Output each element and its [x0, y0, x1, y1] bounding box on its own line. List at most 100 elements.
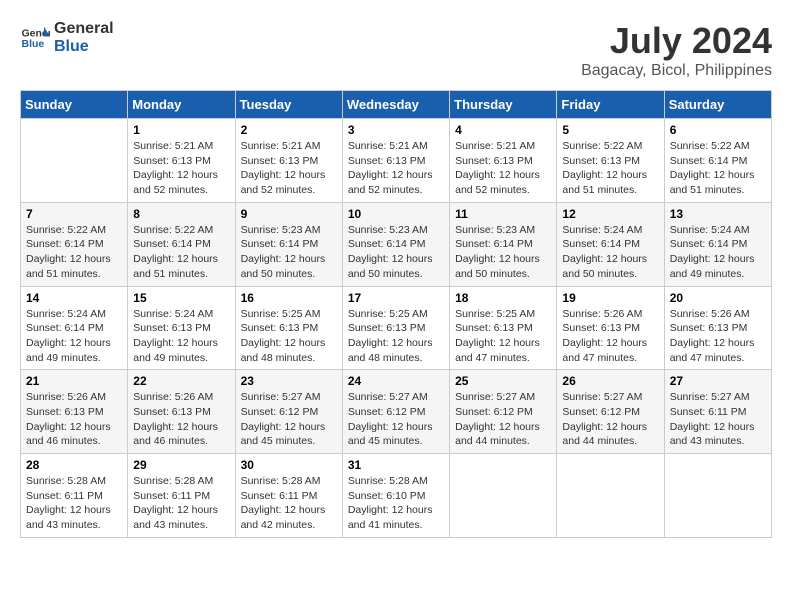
day-number: 13: [670, 207, 766, 221]
calendar-cell: 12 Sunrise: 5:24 AM Sunset: 6:14 PM Dayli…: [557, 202, 664, 286]
day-info: Sunrise: 5:24 AM Sunset: 6:14 PM Dayligh…: [562, 223, 658, 282]
day-number: 21: [26, 374, 122, 388]
day-info: Sunrise: 5:24 AM Sunset: 6:13 PM Dayligh…: [133, 307, 229, 366]
day-number: 18: [455, 291, 551, 305]
day-info: Sunrise: 5:25 AM Sunset: 6:13 PM Dayligh…: [241, 307, 337, 366]
calendar-cell: 19 Sunrise: 5:26 AM Sunset: 6:13 PM Dayli…: [557, 286, 664, 370]
day-info: Sunrise: 5:24 AM Sunset: 6:14 PM Dayligh…: [670, 223, 766, 282]
day-number: 15: [133, 291, 229, 305]
calendar-cell: 8Sunrise: 5:22 AM Sunset: 6:14 PM Daylig…: [128, 202, 235, 286]
calendar-cell: 6 Sunrise: 5:22 AM Sunset: 6:14 PM Daylig…: [664, 119, 771, 203]
day-info: Sunrise: 5:27 AM Sunset: 6:12 PM Dayligh…: [562, 390, 658, 449]
calendar-cell: 5 Sunrise: 5:22 AM Sunset: 6:13 PM Daylig…: [557, 119, 664, 203]
calendar-cell: [21, 119, 128, 203]
calendar-cell: 28 Sunrise: 5:28 AM Sunset: 6:11 PM Dayli…: [21, 454, 128, 538]
col-header-wednesday: Wednesday: [342, 91, 449, 119]
logo-blue: Blue: [54, 38, 114, 56]
calendar-cell: 3Sunrise: 5:21 AM Sunset: 6:13 PM Daylig…: [342, 119, 449, 203]
day-info: Sunrise: 5:23 AM Sunset: 6:14 PM Dayligh…: [348, 223, 444, 282]
day-info: Sunrise: 5:21 AM Sunset: 6:13 PM Dayligh…: [348, 139, 444, 198]
calendar-cell: 10 Sunrise: 5:23 AM Sunset: 6:14 PM Dayli…: [342, 202, 449, 286]
calendar-cell: 29 Sunrise: 5:28 AM Sunset: 6:11 PM Dayli…: [128, 454, 235, 538]
day-info: Sunrise: 5:24 AM Sunset: 6:14 PM Dayligh…: [26, 307, 122, 366]
day-info: Sunrise: 5:27 AM Sunset: 6:12 PM Dayligh…: [455, 390, 551, 449]
day-number: 29: [133, 458, 229, 472]
calendar-cell: [664, 454, 771, 538]
col-header-thursday: Thursday: [450, 91, 557, 119]
day-info: Sunrise: 5:26 AM Sunset: 6:13 PM Dayligh…: [562, 307, 658, 366]
calendar-cell: 23Sunrise: 5:27 AM Sunset: 6:12 PM Dayli…: [235, 370, 342, 454]
col-header-sunday: Sunday: [21, 91, 128, 119]
day-info: Sunrise: 5:22 AM Sunset: 6:14 PM Dayligh…: [26, 223, 122, 282]
day-number: 6: [670, 123, 766, 137]
day-info: Sunrise: 5:25 AM Sunset: 6:13 PM Dayligh…: [348, 307, 444, 366]
day-number: 5: [562, 123, 658, 137]
calendar-cell: 13 Sunrise: 5:24 AM Sunset: 6:14 PM Dayli…: [664, 202, 771, 286]
logo-icon: General Blue: [20, 23, 50, 53]
calendar-cell: 18Sunrise: 5:25 AM Sunset: 6:13 PM Dayli…: [450, 286, 557, 370]
calendar-cell: 4 Sunrise: 5:21 AM Sunset: 6:13 PM Daylig…: [450, 119, 557, 203]
svg-text:Blue: Blue: [22, 38, 45, 50]
day-info: Sunrise: 5:26 AM Sunset: 6:13 PM Dayligh…: [670, 307, 766, 366]
day-number: 28: [26, 458, 122, 472]
calendar-cell: 21 Sunrise: 5:26 AM Sunset: 6:13 PM Dayli…: [21, 370, 128, 454]
day-info: Sunrise: 5:28 AM Sunset: 6:11 PM Dayligh…: [26, 474, 122, 533]
col-header-friday: Friday: [557, 91, 664, 119]
day-number: 30: [241, 458, 337, 472]
calendar-header-row: SundayMondayTuesdayWednesdayThursdayFrid…: [21, 91, 772, 119]
day-info: Sunrise: 5:27 AM Sunset: 6:11 PM Dayligh…: [670, 390, 766, 449]
calendar-cell: 2 Sunrise: 5:21 AM Sunset: 6:13 PM Daylig…: [235, 119, 342, 203]
calendar-cell: 24 Sunrise: 5:27 AM Sunset: 6:12 PM Dayli…: [342, 370, 449, 454]
day-info: Sunrise: 5:26 AM Sunset: 6:13 PM Dayligh…: [133, 390, 229, 449]
week-row-5: 28 Sunrise: 5:28 AM Sunset: 6:11 PM Dayli…: [21, 454, 772, 538]
day-info: Sunrise: 5:22 AM Sunset: 6:14 PM Dayligh…: [670, 139, 766, 198]
day-number: 27: [670, 374, 766, 388]
day-number: 4: [455, 123, 551, 137]
day-info: Sunrise: 5:26 AM Sunset: 6:13 PM Dayligh…: [26, 390, 122, 449]
calendar-cell: 7 Sunrise: 5:22 AM Sunset: 6:14 PM Daylig…: [21, 202, 128, 286]
calendar-cell: [557, 454, 664, 538]
day-number: 17: [348, 291, 444, 305]
week-row-2: 7 Sunrise: 5:22 AM Sunset: 6:14 PM Daylig…: [21, 202, 772, 286]
day-number: 23: [241, 374, 337, 388]
col-header-monday: Monday: [128, 91, 235, 119]
day-number: 19: [562, 291, 658, 305]
day-info: Sunrise: 5:28 AM Sunset: 6:11 PM Dayligh…: [133, 474, 229, 533]
day-number: 10: [348, 207, 444, 221]
logo-general: General: [54, 20, 114, 38]
week-row-3: 14Sunrise: 5:24 AM Sunset: 6:14 PM Dayli…: [21, 286, 772, 370]
calendar-cell: 26Sunrise: 5:27 AM Sunset: 6:12 PM Dayli…: [557, 370, 664, 454]
day-number: 16: [241, 291, 337, 305]
day-number: 1: [133, 123, 229, 137]
day-number: 22: [133, 374, 229, 388]
day-number: 31: [348, 458, 444, 472]
calendar-cell: 20 Sunrise: 5:26 AM Sunset: 6:13 PM Dayli…: [664, 286, 771, 370]
day-number: 25: [455, 374, 551, 388]
day-info: Sunrise: 5:27 AM Sunset: 6:12 PM Dayligh…: [348, 390, 444, 449]
day-info: Sunrise: 5:21 AM Sunset: 6:13 PM Dayligh…: [455, 139, 551, 198]
day-number: 11: [455, 207, 551, 221]
calendar-cell: 15 Sunrise: 5:24 AM Sunset: 6:13 PM Dayli…: [128, 286, 235, 370]
day-number: 9: [241, 207, 337, 221]
calendar-cell: 25 Sunrise: 5:27 AM Sunset: 6:12 PM Dayli…: [450, 370, 557, 454]
day-number: 2: [241, 123, 337, 137]
week-row-1: 1 Sunrise: 5:21 AM Sunset: 6:13 PM Daylig…: [21, 119, 772, 203]
title-area: July 2024 Bagacay, Bicol, Philippines: [581, 20, 772, 80]
logo: General Blue General Blue: [20, 20, 114, 55]
calendar-table: SundayMondayTuesdayWednesdayThursdayFrid…: [20, 90, 772, 538]
calendar-cell: 11Sunrise: 5:23 AM Sunset: 6:14 PM Dayli…: [450, 202, 557, 286]
day-number: 12: [562, 207, 658, 221]
day-number: 8: [133, 207, 229, 221]
day-number: 20: [670, 291, 766, 305]
calendar-cell: 30Sunrise: 5:28 AM Sunset: 6:11 PM Dayli…: [235, 454, 342, 538]
week-row-4: 21 Sunrise: 5:26 AM Sunset: 6:13 PM Dayli…: [21, 370, 772, 454]
day-number: 7: [26, 207, 122, 221]
day-info: Sunrise: 5:21 AM Sunset: 6:13 PM Dayligh…: [241, 139, 337, 198]
calendar-cell: 27 Sunrise: 5:27 AM Sunset: 6:11 PM Dayli…: [664, 370, 771, 454]
col-header-saturday: Saturday: [664, 91, 771, 119]
calendar-cell: 1 Sunrise: 5:21 AM Sunset: 6:13 PM Daylig…: [128, 119, 235, 203]
day-number: 24: [348, 374, 444, 388]
calendar-cell: 17 Sunrise: 5:25 AM Sunset: 6:13 PM Dayli…: [342, 286, 449, 370]
day-info: Sunrise: 5:21 AM Sunset: 6:13 PM Dayligh…: [133, 139, 229, 198]
day-info: Sunrise: 5:22 AM Sunset: 6:13 PM Dayligh…: [562, 139, 658, 198]
